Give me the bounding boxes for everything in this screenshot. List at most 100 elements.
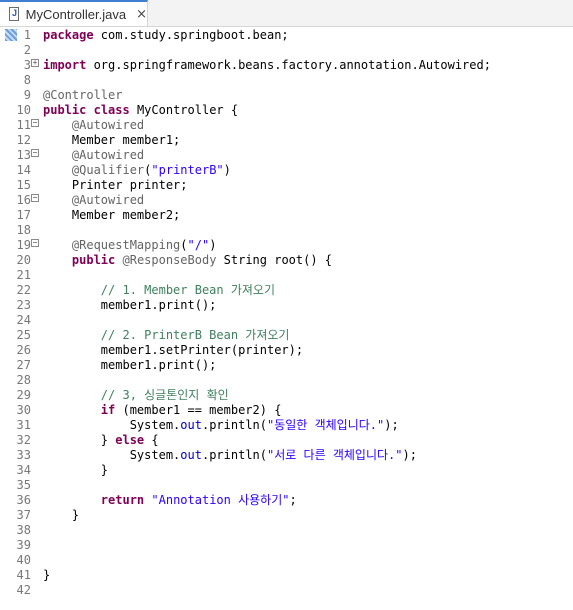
collapse-fold-icon[interactable]: − <box>31 119 39 127</box>
code-line[interactable]: 27 member1.print(); <box>0 358 573 373</box>
code-token: } <box>43 568 51 582</box>
code-line[interactable]: 29 // 3, 싱글톤인지 확인 <box>0 388 573 403</box>
line-number: 18 <box>16 223 31 237</box>
code-line[interactable]: 41} <box>0 568 573 583</box>
line-number: 34 <box>16 463 31 477</box>
code-line[interactable]: 32 } else { <box>0 433 573 448</box>
line-number: 32 <box>16 433 31 447</box>
code-line[interactable]: 22 // 1. Member Bean 가져오기 <box>0 283 573 298</box>
code-line[interactable]: 25 // 2. PrinterB Bean 가져오기 <box>0 328 573 343</box>
code-token: "Annotation 사용하기" <box>151 493 290 507</box>
code-token: @ResponseBody <box>122 253 217 267</box>
code-line[interactable]: 16− @Autowired <box>0 193 573 208</box>
code-line[interactable]: 18 <box>0 223 573 238</box>
code-token: .println( <box>201 418 267 432</box>
line-number: 30 <box>16 403 31 417</box>
line-number: 35 <box>16 478 31 492</box>
line-number: 17 <box>16 208 31 222</box>
editor-tab-mycontroller[interactable]: J MyController.java × <box>0 0 148 26</box>
code-line[interactable]: 35 <box>0 478 573 493</box>
line-number: 21 <box>16 268 31 282</box>
code-token: "/" <box>187 238 210 252</box>
code-text: return "Annotation 사용하기"; <box>43 493 297 508</box>
line-number: 11 <box>16 118 31 132</box>
code-token: if <box>100 403 116 417</box>
close-icon[interactable]: × <box>136 7 147 22</box>
code-line[interactable]: 9 @Controller <box>0 88 573 103</box>
code-text: System.out.println("동일한 객체입니다."); <box>43 418 399 433</box>
code-line[interactable]: 15 Printer printer; <box>0 178 573 193</box>
code-text: @Qualifier("printerB") <box>43 163 231 178</box>
code-token: } <box>43 433 116 447</box>
code-token: .println( <box>201 448 267 462</box>
code-editor[interactable]: 1 package com.study.springboot.bean; 2 3 + im… <box>0 27 573 610</box>
collapse-fold-icon[interactable]: − <box>31 239 39 247</box>
code-token: Member member1; <box>43 133 181 147</box>
code-token: public <box>43 103 87 117</box>
code-token: "동일한 객체입니다." <box>267 418 385 432</box>
code-line[interactable]: 40 <box>0 553 573 568</box>
code-token: @Qualifier <box>71 163 145 177</box>
code-line[interactable]: 28 <box>0 373 573 388</box>
line-number: 8 <box>23 73 31 87</box>
code-text: @Autowired <box>43 118 144 133</box>
code-line[interactable]: 30 if (member1 == member2) { <box>0 403 573 418</box>
code-line[interactable]: 2 <box>0 43 573 58</box>
code-text: Printer printer; <box>43 178 188 193</box>
code-text: @RequestMapping("/") <box>43 238 217 253</box>
line-number: 9 <box>23 88 31 102</box>
code-line[interactable]: 19− @RequestMapping("/") <box>0 238 573 253</box>
code-line[interactable]: 24 <box>0 313 573 328</box>
code-line[interactable]: 8 <box>0 73 573 88</box>
line-number: 36 <box>16 493 31 507</box>
code-line[interactable]: 31 System.out.println("동일한 객체입니다."); <box>0 418 573 433</box>
code-line[interactable]: 12 Member member1; <box>0 133 573 148</box>
code-token: ; <box>289 493 297 507</box>
code-token: package <box>43 28 94 42</box>
code-line[interactable]: 39 <box>0 538 573 553</box>
code-line[interactable]: 21 <box>0 268 573 283</box>
line-number: 2 <box>23 43 31 57</box>
code-line[interactable]: 38 <box>0 523 573 538</box>
code-token: Member member2; <box>43 208 181 222</box>
line-number: 26 <box>16 343 31 357</box>
code-line[interactable]: 11− @Autowired <box>0 118 573 133</box>
line-number: 3 <box>23 58 31 72</box>
expand-fold-icon[interactable]: + <box>31 59 39 67</box>
line-number: 22 <box>16 283 31 297</box>
collapse-fold-icon[interactable]: − <box>31 149 39 157</box>
code-token: import <box>43 58 87 72</box>
code-line[interactable]: 1 package com.study.springboot.bean; <box>0 28 573 43</box>
code-line[interactable]: 36 return "Annotation 사용하기"; <box>0 493 573 508</box>
code-line[interactable]: 17 Member member2; <box>0 208 573 223</box>
code-line[interactable]: 26 member1.setPrinter(printer); <box>0 343 573 358</box>
code-token: ) <box>209 238 217 252</box>
code-line[interactable]: 10 public class MyController { <box>0 103 573 118</box>
code-token: ( <box>180 238 188 252</box>
code-token: member1.print(); <box>43 298 217 312</box>
collapse-fold-icon[interactable]: − <box>31 194 39 202</box>
code-text: System.out.println("서로 다른 객체입니다."); <box>43 448 417 463</box>
code-line[interactable]: 13− @Autowired <box>0 148 573 163</box>
code-line[interactable]: 20 public @ResponseBody String root() { <box>0 253 573 268</box>
code-text: @Autowired <box>43 148 144 163</box>
line-number: 12 <box>16 133 31 147</box>
code-line[interactable]: 34 } <box>0 463 573 478</box>
code-line[interactable]: 37 } <box>0 508 573 523</box>
code-line[interactable]: 23 member1.print(); <box>0 298 573 313</box>
code-line[interactable]: 33 System.out.println("서로 다른 객체입니다."); <box>0 448 573 463</box>
code-line[interactable]: 3 + import org.springframework.beans.facto… <box>0 58 573 73</box>
code-token: else <box>115 433 145 447</box>
code-token: String root() { <box>216 253 333 267</box>
code-line[interactable]: 14 @Qualifier("printerB") <box>0 163 573 178</box>
line-number: 16 <box>16 193 31 207</box>
code-line[interactable]: 42 <box>0 583 573 598</box>
code-text: import org.springframework.beans.factory… <box>43 58 491 73</box>
line-number: 33 <box>16 448 31 462</box>
